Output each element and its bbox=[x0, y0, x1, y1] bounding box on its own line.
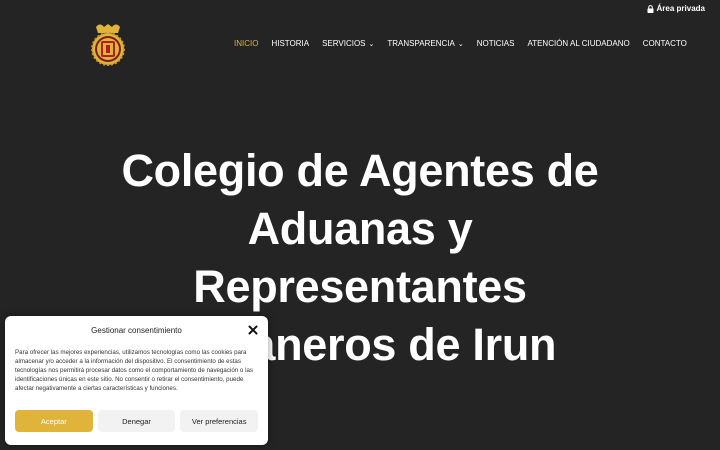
nav-item-noticias[interactable]: NOTICIAS bbox=[477, 39, 515, 48]
nav-label: HISTORIA bbox=[271, 39, 310, 48]
chevron-down-icon: ⌄ bbox=[457, 40, 464, 48]
consent-buttons: Aceptar Denegar Ver preferencias bbox=[15, 410, 259, 432]
site-header: INICIO HISTORIA SERVICIOS ⌄ TRANSPARENCI… bbox=[0, 18, 720, 70]
nav-label: TRANSPARENCIA bbox=[387, 39, 455, 48]
private-area-link[interactable]: Área privada bbox=[647, 4, 705, 13]
hero-line: Colegio de Agentes de bbox=[121, 145, 599, 196]
deny-button[interactable]: Denegar bbox=[97, 410, 176, 432]
hero-line: Aduanas y bbox=[247, 203, 473, 254]
lock-icon bbox=[647, 4, 654, 13]
consent-title: Gestionar consentimiento bbox=[91, 326, 182, 335]
main-nav: INICIO HISTORIA SERVICIOS ⌄ TRANSPARENCI… bbox=[234, 39, 700, 48]
nav-label: INICIO bbox=[234, 39, 259, 48]
nav-item-historia[interactable]: HISTORIA bbox=[271, 39, 309, 48]
nav-label: ATENCIÓN AL CIUDADANO bbox=[527, 39, 630, 48]
close-icon[interactable] bbox=[248, 325, 258, 335]
chevron-down-icon: ⌄ bbox=[368, 40, 375, 48]
private-area-label: Área privada bbox=[656, 4, 705, 13]
nav-item-servicios[interactable]: SERVICIOS ⌄ bbox=[322, 39, 374, 48]
consent-text: Para ofrecer las mejores experiencias, u… bbox=[15, 349, 254, 393]
top-bar: Área privada bbox=[0, 0, 720, 18]
nav-label: SERVICIOS bbox=[322, 39, 366, 48]
nav-item-contacto[interactable]: CONTACTO bbox=[643, 39, 687, 48]
hero-line: Representantes bbox=[193, 261, 527, 312]
nav-item-transparencia[interactable]: TRANSPARENCIA ⌄ bbox=[387, 39, 463, 48]
nav-label: NOTICIAS bbox=[476, 39, 515, 48]
accept-button[interactable]: Aceptar bbox=[15, 410, 93, 432]
cookie-consent-dialog: Gestionar consentimiento Para ofrecer la… bbox=[5, 316, 268, 445]
preferences-button[interactable]: Ver preferencias bbox=[180, 410, 259, 432]
college-logo[interactable] bbox=[88, 21, 128, 67]
nav-label: CONTACTO bbox=[642, 39, 687, 48]
nav-item-inicio[interactable]: INICIO bbox=[234, 39, 258, 48]
nav-item-atencion[interactable]: ATENCIÓN AL CIUDADANO bbox=[527, 39, 629, 48]
